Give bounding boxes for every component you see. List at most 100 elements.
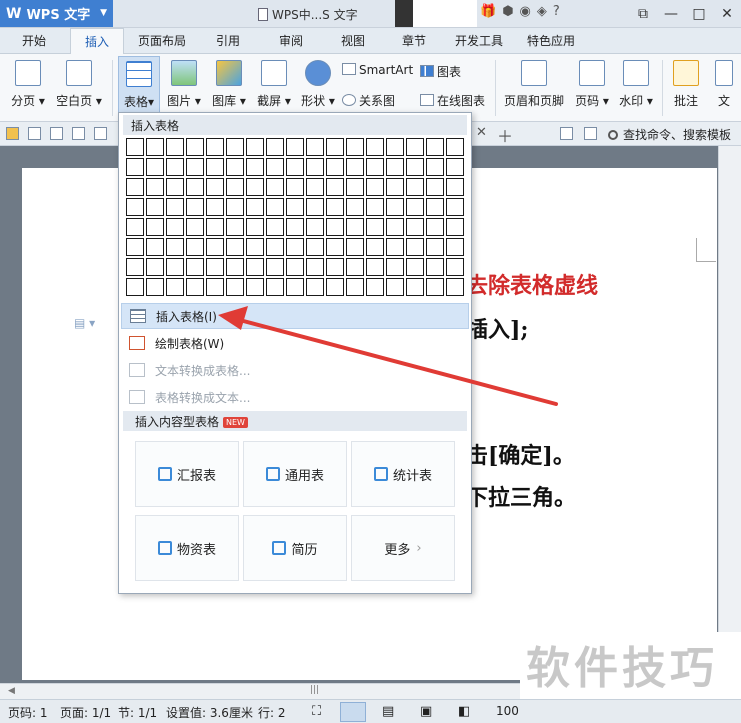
zoom-level[interactable]: 100 (496, 704, 519, 718)
close-icon[interactable]: ✕ (713, 0, 741, 27)
grid-cell[interactable] (265, 237, 285, 257)
grid-cell[interactable] (365, 177, 385, 197)
tab-page-layout[interactable]: 页面布局 (138, 32, 186, 49)
grid-cell[interactable] (425, 277, 445, 297)
text-button[interactable]: 文 (712, 60, 736, 109)
page-break-button[interactable]: 分页 ▾ (8, 60, 48, 109)
grid-cell[interactable] (305, 257, 325, 277)
tab-insert[interactable]: 插入 (70, 28, 125, 54)
scroll-left-icon[interactable]: ◀ (8, 686, 15, 696)
grid-cell[interactable] (325, 217, 345, 237)
tab-view[interactable]: 视图 (341, 32, 365, 49)
minimize-icon[interactable]: — (657, 0, 685, 27)
tab-developer[interactable]: 开发工具 (455, 32, 503, 49)
grid-cell[interactable] (205, 237, 225, 257)
grid-cell[interactable] (385, 157, 405, 177)
grid-cell[interactable] (225, 177, 245, 197)
grid-cell[interactable] (265, 197, 285, 217)
template-resume[interactable]: 简历 (243, 515, 347, 581)
grid-cell[interactable] (245, 257, 265, 277)
grid-cell[interactable] (285, 277, 305, 297)
grid-cell[interactable] (125, 257, 145, 277)
grid-cell[interactable] (285, 197, 305, 217)
grid-cell[interactable] (265, 177, 285, 197)
grid-cell[interactable] (205, 277, 225, 297)
grid-cell[interactable] (285, 137, 305, 157)
blank-page-button[interactable]: 空白页 ▾ (54, 60, 104, 109)
grid-cell[interactable] (345, 197, 365, 217)
grid-cell[interactable] (325, 197, 345, 217)
grid-cell[interactable] (405, 177, 425, 197)
grid-cell[interactable] (405, 237, 425, 257)
grid-cell[interactable] (125, 277, 145, 297)
tab-references[interactable]: 引用 (216, 32, 240, 49)
grid-cell[interactable] (305, 157, 325, 177)
template-report[interactable]: 汇报表 (135, 441, 239, 507)
grid-cell[interactable] (345, 277, 365, 297)
grid-cell[interactable] (325, 177, 345, 197)
restore-icon[interactable]: ⧉ (629, 0, 657, 27)
grid-cell[interactable] (425, 177, 445, 197)
grid-cell[interactable] (185, 177, 205, 197)
grid-cell[interactable] (185, 137, 205, 157)
grid-cell[interactable] (385, 197, 405, 217)
grid-cell[interactable] (125, 217, 145, 237)
grid-cell[interactable] (345, 257, 365, 277)
grid-cell[interactable] (225, 137, 245, 157)
grid-cell[interactable] (285, 157, 305, 177)
grid-cell[interactable] (425, 157, 445, 177)
grid-cell[interactable] (265, 137, 285, 157)
gallery-button[interactable]: 图库 ▾ (209, 60, 249, 109)
grid-cell[interactable] (405, 217, 425, 237)
picture-button[interactable]: 图片 ▾ (165, 60, 203, 109)
tab-featured[interactable]: 特色应用 (527, 32, 575, 49)
grid-cell[interactable] (345, 157, 365, 177)
table-button[interactable]: 表格▾ (118, 56, 160, 116)
grid-cell[interactable] (285, 177, 305, 197)
collapse-icon[interactable] (584, 127, 597, 140)
grid-cell[interactable] (385, 237, 405, 257)
grid-cell[interactable] (385, 137, 405, 157)
grid-cell[interactable] (205, 197, 225, 217)
tab-review[interactable]: 审阅 (279, 32, 303, 49)
grid-cell[interactable] (245, 237, 265, 257)
grid-cell[interactable] (445, 177, 465, 197)
tab-section[interactable]: 章节 (402, 32, 426, 49)
insert-table-item[interactable]: 插入表格(I) (121, 303, 469, 329)
grid-cell[interactable] (405, 137, 425, 157)
grid-cell[interactable] (365, 277, 385, 297)
tab-start[interactable]: 开始 (22, 32, 46, 49)
grid-cell[interactable] (165, 197, 185, 217)
grid-cell[interactable] (325, 137, 345, 157)
export-pdf-icon[interactable] (50, 127, 63, 140)
web-view-icon[interactable]: ▣ (420, 704, 432, 719)
grid-cell[interactable] (245, 277, 265, 297)
grid-cell[interactable] (425, 257, 445, 277)
grid-cell[interactable] (445, 157, 465, 177)
grid-cell[interactable] (285, 217, 305, 237)
reading-view-icon[interactable]: ◧ (458, 704, 470, 719)
grid-cell[interactable] (165, 157, 185, 177)
grid-cell[interactable] (145, 197, 165, 217)
chart-button[interactable]: 图表 (420, 63, 461, 80)
command-search[interactable]: 查找命令、搜索模板 (608, 126, 731, 143)
close-tab-icon[interactable]: ✕ (476, 125, 487, 140)
grid-cell[interactable] (445, 137, 465, 157)
grid-cell[interactable] (125, 237, 145, 257)
grid-cell[interactable] (385, 217, 405, 237)
grid-cell[interactable] (345, 137, 365, 157)
outline-view-icon[interactable]: ▤ (382, 704, 394, 719)
grid-cell[interactable] (325, 257, 345, 277)
grid-cell[interactable] (185, 157, 205, 177)
grid-cell[interactable] (305, 197, 325, 217)
grid-cell[interactable] (145, 157, 165, 177)
grid-cell[interactable] (305, 217, 325, 237)
template-statistics[interactable]: 统计表 (351, 441, 455, 507)
share-icon[interactable]: ◈ (537, 4, 547, 19)
grid-cell[interactable] (445, 197, 465, 217)
grid-cell[interactable] (205, 157, 225, 177)
grid-cell[interactable] (205, 137, 225, 157)
grid-cell[interactable] (325, 277, 345, 297)
grid-cell[interactable] (225, 197, 245, 217)
help-button[interactable]: ? (553, 4, 560, 19)
